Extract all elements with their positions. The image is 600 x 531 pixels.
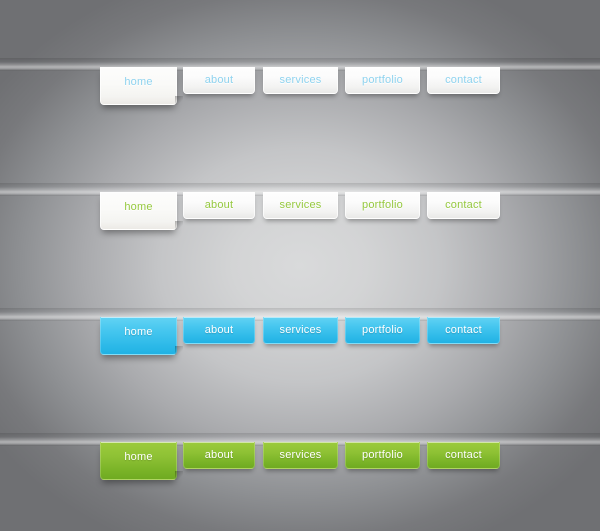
tab-label: home: [124, 451, 153, 463]
tab-about[interactable]: about: [183, 317, 255, 344]
tab-label: home: [124, 326, 153, 338]
tab-label: about: [204, 448, 234, 461]
tab-portfolio[interactable]: portfolio: [345, 192, 420, 219]
nav-menu-green-tabs: home about services portfolio contact: [0, 433, 600, 497]
tab-home[interactable]: home: [100, 442, 183, 480]
tab-portfolio[interactable]: portfolio: [345, 317, 420, 344]
tab-about[interactable]: about: [183, 442, 255, 469]
tab-contact[interactable]: contact: [427, 67, 500, 94]
tab-label: portfolio: [362, 73, 403, 86]
tab-row: home about services portfolio contact: [100, 192, 500, 242]
tab-label: portfolio: [362, 448, 403, 461]
tab-home[interactable]: home: [100, 192, 183, 230]
tab-home[interactable]: home: [100, 67, 183, 105]
tab-home[interactable]: home: [100, 317, 183, 355]
tab-row: home about services portfolio contact: [100, 317, 500, 367]
nav-menu-light-blue-text: home about services portfolio contact: [0, 58, 600, 122]
tab-contact[interactable]: contact: [427, 442, 500, 469]
tab-label: services: [279, 198, 322, 211]
tab-label: contact: [445, 448, 482, 461]
tab-label: about: [204, 323, 234, 336]
tab-label: contact: [445, 323, 482, 336]
tab-label: contact: [445, 73, 482, 86]
tab-label: services: [279, 73, 322, 86]
tab-label: home: [124, 201, 153, 213]
tab-contact[interactable]: contact: [427, 192, 500, 219]
tab-label: about: [204, 73, 234, 86]
tab-about[interactable]: about: [183, 67, 255, 94]
tab-label: contact: [445, 198, 482, 211]
tab-services[interactable]: services: [263, 67, 338, 94]
tab-contact[interactable]: contact: [427, 317, 500, 344]
tab-label: home: [124, 76, 153, 88]
tab-services[interactable]: services: [263, 317, 338, 344]
tab-about[interactable]: about: [183, 192, 255, 219]
tab-services[interactable]: services: [263, 442, 338, 469]
tab-portfolio[interactable]: portfolio: [345, 67, 420, 94]
tab-label: about: [204, 198, 234, 211]
menu-showcase-canvas: home about services portfolio contact ho…: [0, 0, 600, 531]
tab-label: services: [279, 448, 322, 461]
tab-label: portfolio: [362, 198, 403, 211]
nav-menu-blue-tabs: home about services portfolio contact: [0, 308, 600, 372]
tab-label: portfolio: [362, 323, 403, 336]
tab-portfolio[interactable]: portfolio: [345, 442, 420, 469]
tab-services[interactable]: services: [263, 192, 338, 219]
tab-row: home about services portfolio contact: [100, 67, 500, 117]
tab-row: home about services portfolio contact: [100, 442, 500, 492]
nav-menu-light-green-text: home about services portfolio contact: [0, 183, 600, 247]
tab-label: services: [279, 323, 322, 336]
